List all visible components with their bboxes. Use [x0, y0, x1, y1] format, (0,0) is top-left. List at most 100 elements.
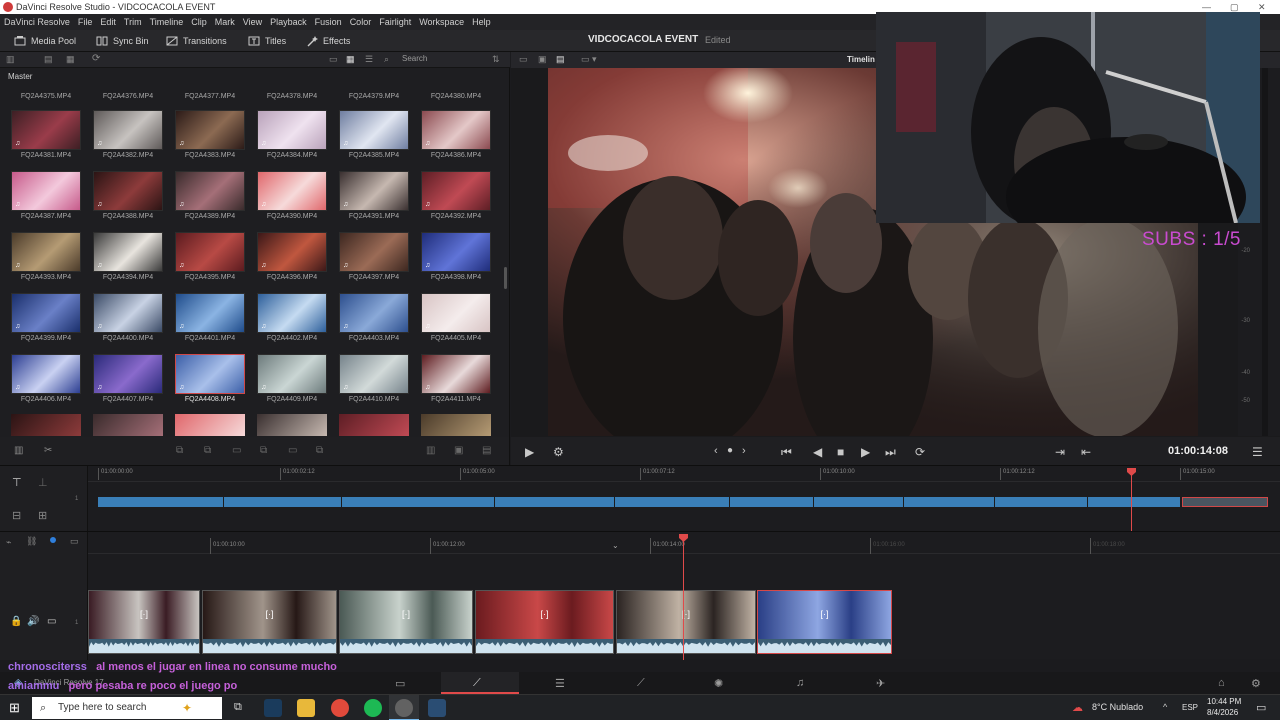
media-clip-thumbnail[interactable]: ♫ FQ2A4394.MP4 [92, 232, 164, 281]
media-clip-thumbnail[interactable]: ♫ FQ2A4393.MP4 [10, 232, 82, 281]
track-audio-icon[interactable]: 🔊 [27, 616, 39, 627]
media-clip-thumbnail[interactable]: ♫ FQ2A4385.MP4 [338, 110, 410, 159]
clip-thumbnail-image[interactable] [175, 414, 245, 436]
new-bin-icon[interactable]: ▦ [66, 54, 75, 65]
deliver-page-icon[interactable]: ✈ [876, 677, 885, 690]
go-to-end-icon[interactable]: ⏭ [885, 445, 896, 460]
close-up-icon[interactable]: ▥ [426, 445, 435, 456]
viewer-size-icon[interactable]: ▭ ▾ [581, 54, 597, 65]
snap-icon[interactable]: ⌁ [6, 537, 11, 548]
language-indicator[interactable]: ESP [1182, 703, 1198, 712]
video-clip[interactable]: [·] [757, 590, 892, 654]
zoom-fit-icon[interactable]: ⊟ [12, 509, 21, 522]
next-edit-icon[interactable]: › [742, 445, 746, 457]
viewer-mode-icon[interactable]: ▭ [519, 54, 528, 65]
media-clip-thumbnail[interactable]: ♫ FQ2A4406.MP4 [10, 354, 82, 403]
media-clip-thumbnail[interactable]: ♫ FQ2A4400.MP4 [92, 293, 164, 342]
link-icon[interactable]: ⛓ [26, 536, 37, 547]
fairlight-page-icon[interactable]: ♫ [796, 677, 804, 689]
file-explorer-icon[interactable] [297, 699, 315, 717]
media-clip-thumbnail[interactable]: ♫ FQ2A4405.MP4 [420, 293, 492, 342]
ripple-overwrite-icon[interactable]: ⧉ [316, 445, 323, 456]
media-clip-thumbnail[interactable]: ♫ FQ2A4397.MP4 [338, 232, 410, 281]
upper-selected-segment[interactable] [1182, 497, 1268, 507]
media-clip-thumbnail[interactable]: ♫ FQ2A4386.MP4 [420, 110, 492, 159]
clip-thumbnail-image[interactable] [421, 414, 491, 436]
timeline-segment[interactable] [615, 497, 730, 507]
effects-button[interactable]: Effects [306, 34, 350, 48]
chrome-icon[interactable] [331, 699, 349, 717]
mark-out-icon[interactable]: ⇤ [1081, 445, 1091, 459]
trim-tool-icon[interactable]: ⊤ [12, 476, 22, 489]
timeline-segment[interactable] [814, 497, 904, 507]
media-clip-thumbnail[interactable]: ♫ FQ2A4388.MP4 [92, 171, 164, 220]
single-viewer-icon[interactable]: ▤ [556, 54, 565, 65]
video-clip[interactable]: [·] [339, 590, 473, 654]
flag-icon[interactable]: ▭ [70, 536, 79, 547]
media-clip-thumbnail[interactable]: ♫ FQ2A4402.MP4 [256, 293, 328, 342]
menu-item[interactable]: Mark [211, 14, 239, 30]
video-clip[interactable]: [·] [475, 590, 614, 654]
overwrite-clip-icon[interactable]: ⧉ [204, 445, 211, 456]
clip-thumbnail-image[interactable] [257, 414, 327, 436]
media-clip-thumbnail[interactable]: ♫ FQ2A4410.MP4 [338, 354, 410, 403]
weather-text[interactable]: 8°C Nublado [1092, 702, 1143, 712]
clock-time[interactable]: 10:44 PM [1207, 697, 1241, 706]
media-pool-search-input[interactable]: Search [402, 54, 427, 63]
place-on-top-icon[interactable]: ⧉ [260, 445, 267, 456]
menu-item[interactable]: Playback [266, 14, 311, 30]
replace-clip-icon[interactable]: ▭ [232, 445, 241, 456]
link-tool-icon[interactable]: ⊥ [38, 476, 48, 489]
position-lock-icon[interactable] [50, 537, 56, 543]
windows-start-icon[interactable]: ⊞ [9, 700, 20, 716]
zoom-custom-icon[interactable]: ⊞ [38, 509, 47, 522]
menu-item[interactable]: Color [346, 14, 376, 30]
menu-item[interactable]: File [74, 14, 97, 30]
menu-item[interactable]: Workspace [415, 14, 468, 30]
timeline-segment[interactable] [1088, 497, 1181, 507]
media-clip-thumbnail[interactable]: ♫ FQ2A4395.MP4 [174, 232, 246, 281]
media-clip-thumbnail[interactable]: ♫ FQ2A4392.MP4 [420, 171, 492, 220]
timeline-segment[interactable] [98, 497, 224, 507]
list-view-icon[interactable]: ☰ [365, 54, 373, 65]
video-clip[interactable]: [·] [616, 590, 756, 654]
track-lock-icon[interactable]: 🔒 [10, 616, 22, 627]
upper-ruler[interactable]: 01:00:00:00 01:00:02:12 01:00:05:00 01:00:0… [88, 466, 1280, 482]
fusion-page-icon[interactable]: ⟋ [637, 677, 645, 690]
media-clip-thumbnail[interactable]: ♫ FQ2A4390.MP4 [256, 171, 328, 220]
stop-icon[interactable]: ■ [837, 445, 844, 459]
media-clip-thumbnail[interactable]: ♫ FQ2A4396.MP4 [256, 232, 328, 281]
sidebar-toggle-icon[interactable]: ▥ [6, 54, 15, 65]
timeline-segment[interactable] [904, 497, 995, 507]
timeline-segment[interactable] [224, 497, 342, 507]
thumbnail-view-icon[interactable]: ▦ [346, 54, 355, 65]
meter-toggle-icon[interactable]: ▥ [14, 445, 23, 456]
media-clip-thumbnail[interactable]: ♫ FQ2A4384.MP4 [256, 110, 328, 159]
clock-date[interactable]: 8/4/2026 [1207, 708, 1238, 717]
media-clip-thumbnail[interactable]: ♫ FQ2A4409.MP4 [256, 354, 328, 403]
menu-item[interactable]: Help [468, 14, 495, 30]
davinci-resolve-taskbar-icon[interactable] [428, 699, 446, 717]
clip-thumbnail-image[interactable] [93, 414, 163, 436]
media-clip-thumbnail[interactable]: ♫ FQ2A4411.MP4 [420, 354, 492, 403]
video-clip[interactable]: [·] [88, 590, 200, 654]
media-clip-thumbnail[interactable]: ♫ FQ2A4401.MP4 [174, 293, 246, 342]
timeline-segment[interactable] [342, 497, 495, 507]
mark-in-icon[interactable]: ⇥ [1055, 445, 1065, 459]
menu-item[interactable]: Trim [120, 14, 146, 30]
jog-wheel-icon[interactable]: ● [727, 445, 733, 456]
media-clip-thumbnail[interactable]: ♫ FQ2A4381.MP4 [10, 110, 82, 159]
track-video-icon[interactable]: ▭ [47, 616, 56, 627]
menu-item[interactable]: Fairlight [375, 14, 415, 30]
viewer-menu-icon[interactable]: ☰ [1252, 445, 1263, 459]
refresh-icon[interactable]: ⟳ [92, 53, 100, 64]
timeline-segment[interactable] [995, 497, 1088, 507]
transitions-button[interactable]: Transitions [166, 34, 227, 48]
clip-thumbnail-image[interactable] [11, 414, 81, 436]
edit-page-icon[interactable]: ☰ [555, 677, 565, 690]
sort-icon[interactable]: ⇅ [492, 54, 500, 65]
timeline-segment[interactable] [495, 497, 615, 507]
media-page-icon[interactable]: ▭ [395, 677, 405, 690]
loop-icon[interactable]: ⟳ [915, 445, 925, 459]
clip-thumbnail-image[interactable] [339, 414, 409, 436]
